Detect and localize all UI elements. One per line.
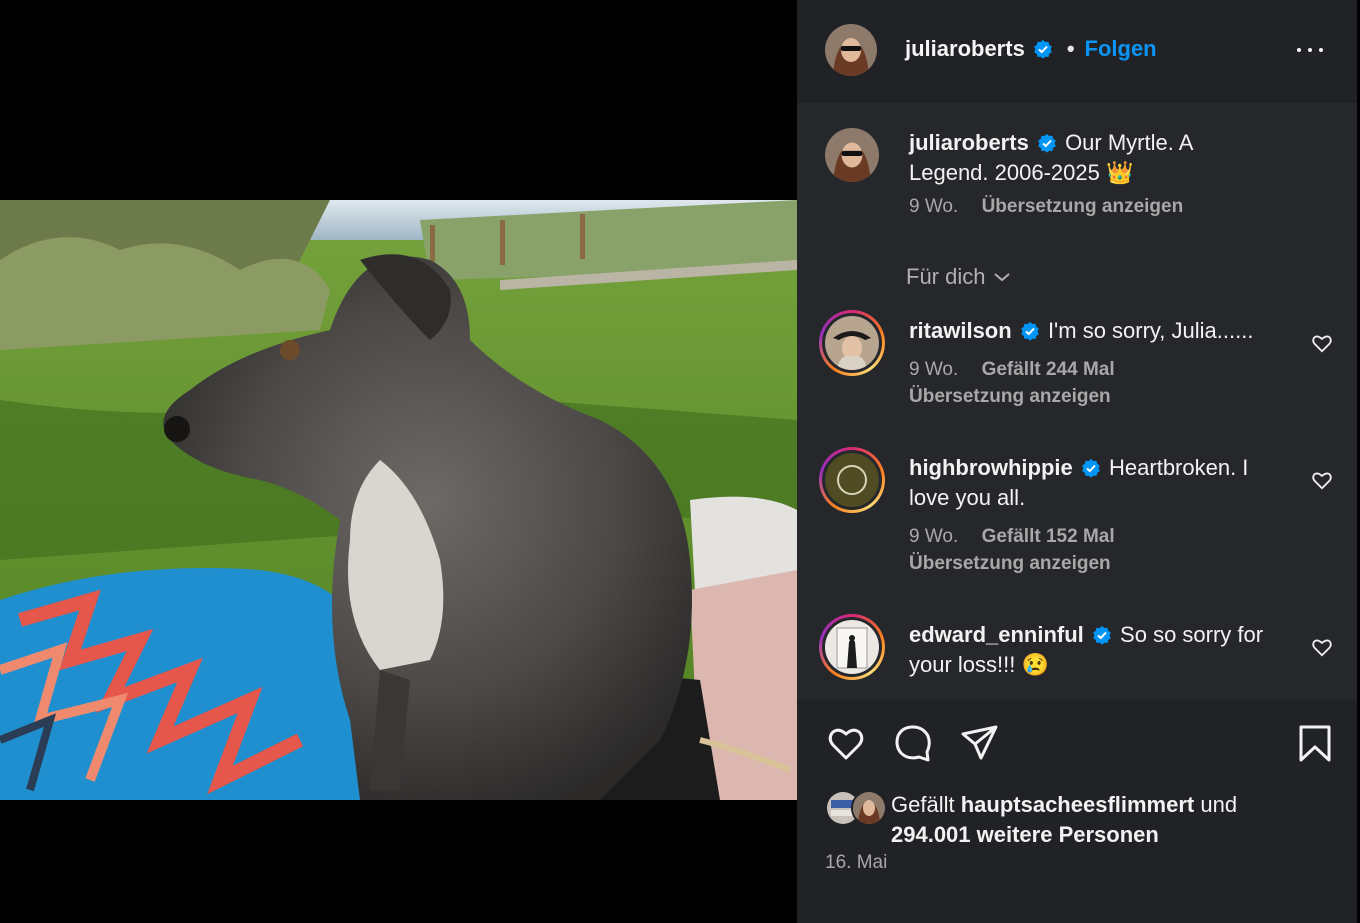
post-header: juliaroberts • Folgen — [797, 0, 1357, 102]
author-avatar[interactable] — [825, 24, 877, 76]
header-separator: • — [1066, 36, 1075, 61]
commenter-avatar — [825, 316, 879, 370]
comment-icon[interactable] — [892, 722, 934, 764]
story-ring[interactable] — [819, 310, 885, 376]
comment-sort-dropdown[interactable]: Für dich — [906, 264, 1011, 290]
more-icon[interactable] — [1295, 38, 1325, 62]
verified-icon — [1021, 322, 1039, 341]
verified-icon — [1034, 40, 1052, 59]
verified-icon — [1082, 459, 1100, 478]
caption-author-avatar[interactable] — [825, 128, 879, 182]
heart-icon[interactable] — [1311, 636, 1333, 658]
comment-text: I'm so sorry, Julia...... — [1047, 318, 1254, 343]
comment-time[interactable]: 9 Wo. — [909, 526, 958, 547]
likes-prefix: Gefällt — [891, 792, 955, 817]
story-ring[interactable] — [819, 447, 885, 513]
post-sidebar: juliaroberts • Folgen juliaroberts Our M… — [797, 0, 1357, 923]
comment-likes[interactable]: Gefällt 152 Mal — [982, 526, 1115, 547]
comment-username[interactable]: ritawilson — [909, 318, 1012, 343]
post-date[interactable]: 16. Mai — [825, 852, 887, 874]
dog-photo-image — [0, 200, 797, 800]
verified-icon — [1038, 134, 1056, 153]
heart-icon[interactable] — [1311, 332, 1333, 354]
post-caption: juliaroberts Our Myrtle. A Legend. 2006-… — [909, 128, 1239, 222]
caption-time[interactable]: 9 Wo. — [909, 196, 958, 217]
post-media — [0, 0, 797, 923]
translate-link[interactable]: Übersetzung anzeigen — [982, 196, 1184, 217]
liker-avatar[interactable] — [851, 790, 887, 826]
translate-link[interactable]: Übersetzung anzeigen — [909, 553, 1111, 574]
caption-username[interactable]: juliaroberts — [909, 130, 1029, 155]
likes-summary: Gefällt hauptsacheesflimmert und 294.001… — [891, 790, 1237, 850]
post-photo[interactable] — [0, 200, 797, 800]
comment-time[interactable]: 9 Wo. — [909, 359, 958, 380]
chevron-down-icon — [994, 273, 1011, 282]
commenter-avatar — [825, 453, 879, 507]
story-ring[interactable] — [819, 614, 885, 680]
bookmark-icon[interactable] — [1294, 722, 1336, 764]
likes-count-link[interactable]: 294.001 weitere Personen — [891, 822, 1159, 847]
translate-link[interactable]: Übersetzung anzeigen — [909, 386, 1111, 407]
commenter-avatar — [825, 620, 879, 674]
comment-username[interactable]: edward_enninful — [909, 622, 1084, 647]
like-heart-icon[interactable] — [825, 722, 867, 764]
heart-icon[interactable] — [1311, 469, 1333, 491]
follow-button[interactable]: Folgen — [1085, 36, 1157, 62]
likes-user-link[interactable]: hauptsacheesflimmert — [961, 792, 1195, 817]
share-icon[interactable] — [959, 722, 1001, 764]
comment-likes[interactable]: Gefällt 244 Mal — [982, 359, 1115, 380]
likes-conj: und — [1200, 792, 1238, 817]
comment-username[interactable]: highbrowhippie — [909, 455, 1073, 480]
comment-sort-label: Für dich — [906, 264, 986, 289]
verified-icon — [1093, 626, 1111, 645]
author-username[interactable]: juliaroberts — [905, 36, 1025, 62]
